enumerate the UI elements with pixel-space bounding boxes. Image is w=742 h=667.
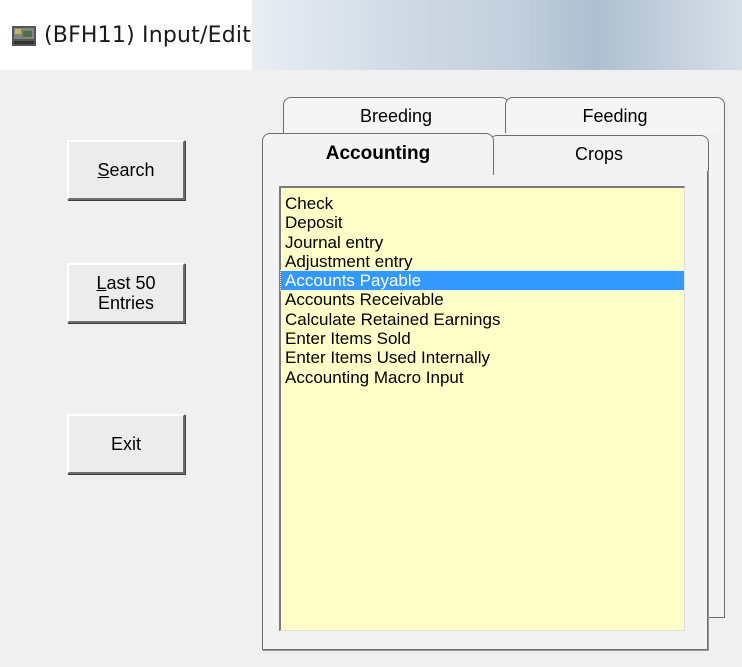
search-button[interactable]: Search: [67, 140, 185, 200]
tab-breeding[interactable]: Breeding: [283, 97, 509, 133]
list-item-selected[interactable]: Accounts Payable: [280, 270, 685, 292]
list-item[interactable]: Enter Items Used Internally: [281, 348, 684, 367]
list-item[interactable]: Enter Items Sold: [281, 329, 684, 348]
list-item[interactable]: Journal entry: [281, 233, 684, 252]
tab-feeding[interactable]: Feeding: [505, 97, 725, 133]
tab-feeding-label: Feeding: [582, 106, 648, 126]
list-item[interactable]: Accounting Macro Input: [281, 368, 684, 387]
list-item[interactable]: Calculate Retained Earnings: [281, 310, 684, 329]
last-50-entries-button[interactable]: Last 50 Entries: [67, 263, 185, 323]
last-50-line2: Entries: [97, 293, 155, 313]
accounting-listbox[interactable]: Check Deposit Journal entry Adjustment e…: [279, 186, 685, 631]
list-item[interactable]: Deposit: [281, 213, 684, 232]
list-item[interactable]: Check: [281, 194, 684, 213]
app-icon: [12, 26, 36, 46]
window-title: (BFH11) Input/Edit: [44, 23, 252, 48]
tab-crops[interactable]: Crops: [489, 135, 709, 171]
tab-accounting-label: Accounting: [325, 143, 431, 164]
exit-button[interactable]: Exit: [67, 414, 185, 474]
exit-button-label: Exit: [110, 434, 141, 454]
search-button-label: Search: [97, 160, 155, 180]
tab-accounting[interactable]: Accounting: [262, 133, 494, 175]
last-50-line1: Last 50: [96, 273, 156, 293]
list-item[interactable]: Adjustment entry: [281, 252, 684, 271]
tab-crops-label: Crops: [574, 144, 623, 164]
list-item[interactable]: Accounts Receivable: [281, 290, 684, 309]
tab-breeding-label: Breeding: [359, 106, 433, 126]
title-bar: (BFH11) Input/Edit: [0, 0, 742, 70]
